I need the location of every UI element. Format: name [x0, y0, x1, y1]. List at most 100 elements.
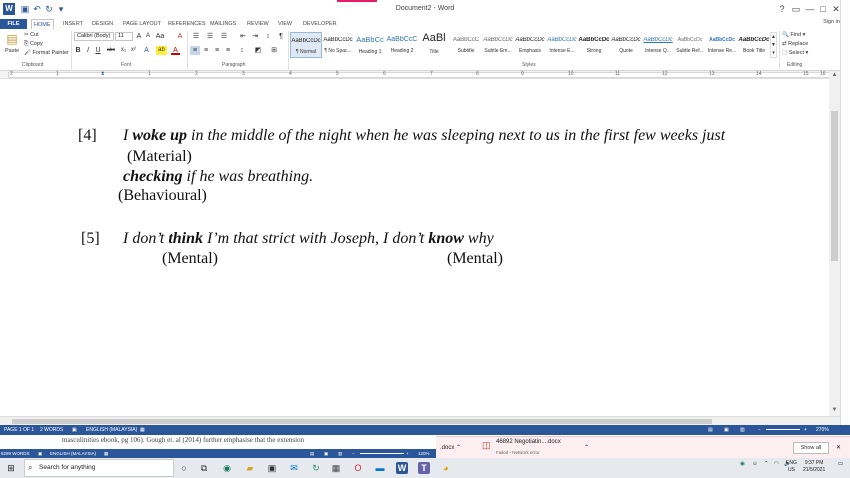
zoom-in-button[interactable]: +: [804, 425, 807, 435]
web-layout-icon[interactable]: ▥: [740, 425, 745, 435]
task-view-icon[interactable]: ⧉: [198, 462, 210, 474]
subscript-button[interactable]: x₂: [119, 46, 128, 55]
tab-developer[interactable]: DEVELOPER: [301, 19, 339, 29]
text-effects-button[interactable]: A: [142, 46, 151, 55]
vertical-scrollbar[interactable]: ▲ ▼: [829, 71, 840, 416]
bullets-button[interactable]: ☰: [191, 32, 201, 41]
replace-button[interactable]: ⇄ Replace: [782, 40, 808, 48]
style-intense-quote[interactable]: AaBbCcDc Intense Q...: [642, 32, 674, 58]
tab-references[interactable]: REFERENCES: [166, 19, 208, 29]
superscript-button[interactable]: x²: [129, 46, 138, 55]
word-icon[interactable]: W: [396, 462, 408, 474]
print-layout-icon[interactable]: ▣: [724, 425, 729, 435]
align-right-button[interactable]: ≡: [212, 46, 222, 55]
tab-page-layout[interactable]: PAGE LAYOUT: [121, 19, 163, 29]
format-painter-button[interactable]: 🖌 Format Painter: [24, 49, 69, 57]
strikethrough-button[interactable]: abc: [105, 46, 117, 55]
zoom-level[interactable]: 270%: [816, 425, 829, 435]
shrink-font-button[interactable]: A: [144, 32, 152, 41]
macro-icon[interactable]: ▦: [140, 425, 145, 435]
style-strong[interactable]: AaBbCcDc Strong: [578, 32, 610, 58]
input-language[interactable]: ENG US: [786, 460, 797, 474]
style-subtle-emphasis[interactable]: AaBbCcDc Subtle Em...: [482, 32, 514, 58]
select-button[interactable]: ⬚ Select ▾: [782, 49, 808, 57]
styles-scroll-icon[interactable]: ▲ ▼ ▾: [770, 32, 777, 58]
page-count[interactable]: PAGE 1 OF 1: [4, 425, 34, 435]
justify-button[interactable]: ≡: [223, 46, 233, 55]
style-no-spacing[interactable]: AaBbCcDc ¶ No Spac...: [322, 32, 354, 58]
underline-button[interactable]: U: [94, 46, 102, 55]
sort-button[interactable]: ↕: [263, 32, 273, 41]
app-icon[interactable]: ▬: [374, 462, 386, 474]
mail-icon[interactable]: ✉: [288, 462, 300, 474]
security-icon[interactable]: ◉: [740, 461, 745, 467]
file-explorer-icon[interactable]: ▰: [244, 462, 256, 474]
tab-design[interactable]: DESIGN: [90, 19, 115, 29]
download-filename[interactable]: 46892 Negotiatin....docx: [496, 439, 561, 445]
font-color-button[interactable]: A: [171, 46, 180, 55]
tab-review[interactable]: REVIEW: [245, 19, 271, 29]
tab-file[interactable]: FILE: [0, 19, 27, 29]
style-intense-reference[interactable]: AaBbCcDc Intense Re...: [706, 32, 738, 58]
font-size-select[interactable]: 11: [115, 32, 133, 41]
clock[interactable]: 9:37 PM 21/5/2021: [803, 460, 825, 474]
example-line[interactable]: I woke up in the middle of the night whe…: [123, 127, 725, 145]
style-subtle-reference[interactable]: AaBbCcDc Subtle Ref...: [674, 32, 706, 58]
style-heading-2[interactable]: AaBbCcC Heading 2: [386, 32, 418, 58]
paste-button[interactable]: Paste: [5, 47, 19, 55]
chrome-icon[interactable]: ◕: [440, 462, 452, 474]
sign-in-link[interactable]: Sign in: [823, 19, 840, 25]
ribbon-display-button[interactable]: ▭: [790, 4, 802, 14]
chevron-up-icon[interactable]: ⌃: [584, 444, 589, 451]
italic-button[interactable]: I: [84, 46, 92, 55]
zoom-out-button[interactable]: −: [758, 425, 761, 435]
style-book-title[interactable]: AaBbCcDc Book Title: [738, 32, 770, 58]
horizontal-scroll-thumb[interactable]: [12, 419, 712, 424]
word-count[interactable]: 2 WORDS: [40, 425, 63, 435]
style-subtitle[interactable]: AaBbCcC Subtitle: [450, 32, 482, 58]
zoom-slider[interactable]: [766, 429, 800, 430]
decrease-indent-button[interactable]: ⇤: [238, 32, 248, 41]
grow-font-button[interactable]: A: [135, 32, 143, 41]
document-page[interactable]: [4] I woke up in the middle of the night…: [0, 79, 829, 416]
bold-button[interactable]: B: [74, 46, 82, 55]
opera-icon[interactable]: O: [352, 462, 364, 474]
line-spacing-button[interactable]: ↕: [237, 46, 247, 55]
app-icon[interactable]: ↻: [310, 462, 322, 474]
app-icon[interactable]: ▦: [330, 462, 342, 474]
help-button[interactable]: ?: [776, 4, 788, 14]
clear-formatting-button[interactable]: A: [176, 32, 184, 41]
align-left-button[interactable]: ≡: [190, 46, 200, 55]
tab-insert[interactable]: INSERT: [61, 19, 85, 29]
close-download-bar-button[interactable]: ✕: [836, 444, 841, 451]
style-heading-1[interactable]: AaBbCc Heading 1: [354, 32, 386, 58]
find-button[interactable]: 🔍 Find ▾: [782, 31, 805, 39]
style-normal[interactable]: AaBbCcDc ¶ Normal: [290, 32, 322, 58]
cut-button[interactable]: ✂ Cut: [24, 31, 39, 39]
multilevel-list-button[interactable]: ☰: [219, 32, 229, 41]
borders-button[interactable]: ⊞: [269, 46, 279, 55]
change-case-button[interactable]: Aa: [155, 32, 165, 41]
style-title[interactable]: AaBl Title: [418, 32, 450, 58]
edge-icon[interactable]: ◉: [221, 462, 233, 474]
network-icon[interactable]: ◠: [774, 461, 779, 467]
language-indicator[interactable]: ENGLISH (MALAYSIA): [86, 425, 137, 435]
paste-icon[interactable]: ▤: [4, 32, 20, 46]
teams-icon[interactable]: T: [418, 462, 430, 474]
tab-view[interactable]: VIEW: [276, 19, 294, 29]
show-formatting-button[interactable]: ¶: [276, 32, 286, 41]
show-all-button[interactable]: Show all: [793, 442, 829, 454]
maximize-button[interactable]: □: [817, 4, 829, 14]
indent-marker-icon[interactable]: ⧗: [101, 71, 105, 77]
chevron-up-icon[interactable]: ⌃: [456, 445, 461, 451]
example-line[interactable]: checking if he was breathing.: [123, 168, 313, 186]
cortana-icon[interactable]: ○: [178, 462, 190, 474]
read-mode-icon[interactable]: ▤: [708, 425, 713, 435]
store-icon[interactable]: ▣: [266, 462, 278, 474]
align-center-button[interactable]: ≡: [201, 46, 211, 55]
font-name-select[interactable]: Calibri (Body): [74, 32, 114, 41]
style-quote[interactable]: AaBbCcDc Quote: [610, 32, 642, 58]
scroll-up-icon[interactable]: ▲: [830, 72, 839, 80]
tab-mailings[interactable]: MAILINGS: [208, 19, 238, 29]
scroll-thumb[interactable]: [831, 111, 838, 261]
